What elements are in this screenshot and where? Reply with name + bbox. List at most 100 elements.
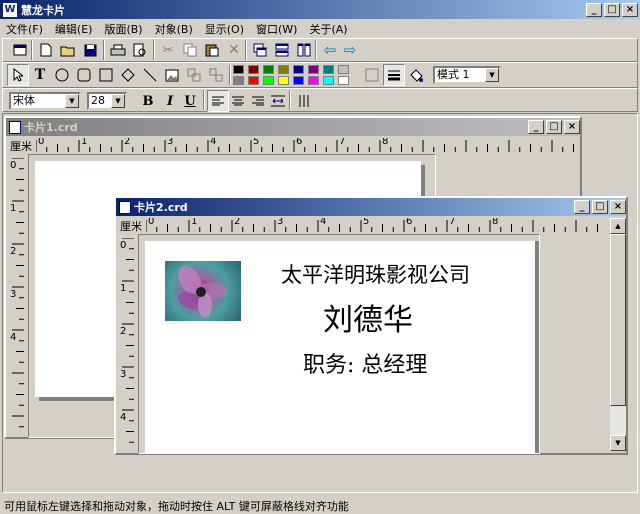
color-swatch[interactable] bbox=[293, 65, 304, 74]
menu-edit[interactable]: 编辑(E) bbox=[55, 21, 93, 36]
ruler-number: 5 bbox=[363, 218, 370, 227]
line-style-icon[interactable] bbox=[383, 64, 405, 86]
text-tool-icon[interactable]: T bbox=[29, 64, 51, 86]
vertical-text-icon[interactable] bbox=[293, 90, 315, 112]
color-swatch[interactable] bbox=[308, 65, 319, 74]
justify-icon[interactable] bbox=[267, 90, 289, 112]
group-icon[interactable] bbox=[183, 64, 205, 86]
maximize-button[interactable]: □ bbox=[604, 2, 620, 17]
color-swatch[interactable] bbox=[323, 65, 334, 74]
scroll-up-icon[interactable]: ▲ bbox=[610, 218, 626, 234]
card-person-name[interactable]: 刘德华 bbox=[323, 295, 413, 339]
menu-about[interactable]: 关于(A) bbox=[309, 21, 347, 36]
ruler-number: 3 bbox=[10, 289, 17, 300]
color-swatch[interactable] bbox=[308, 76, 319, 85]
ruler-number: 4 bbox=[210, 138, 217, 147]
align-left-icon[interactable] bbox=[207, 90, 229, 112]
align-center-icon[interactable] bbox=[227, 90, 249, 112]
scroll-thumb[interactable] bbox=[610, 234, 626, 406]
card2-vertical-ruler: 0 1 2 3 4 bbox=[120, 238, 134, 452]
status-bar: 可用鼠标左键选择和拖动对象，拖动时按住 ALT 键可屏蔽格线对齐功能 bbox=[0, 494, 640, 514]
fill-color-icon[interactable] bbox=[361, 64, 383, 86]
color-swatch[interactable] bbox=[278, 76, 289, 85]
color-swatch[interactable] bbox=[278, 65, 289, 74]
ruler-number: 1 bbox=[81, 138, 88, 147]
paste-icon[interactable] bbox=[201, 39, 223, 61]
color-swatch[interactable] bbox=[248, 65, 259, 74]
color-swatch[interactable] bbox=[233, 76, 244, 85]
menu-file[interactable]: 文件(F) bbox=[6, 21, 43, 36]
cascade-windows-icon[interactable] bbox=[249, 39, 271, 61]
italic-button[interactable]: I bbox=[159, 90, 181, 112]
ruler-number: 2 bbox=[120, 326, 127, 337]
tile-horizontal-icon[interactable] bbox=[271, 39, 293, 61]
open-folder-icon[interactable] bbox=[57, 39, 79, 61]
new-file-icon[interactable] bbox=[35, 39, 57, 61]
ruler-number: 3 bbox=[277, 218, 284, 227]
menu-layout[interactable]: 版面(B) bbox=[104, 21, 142, 36]
scroll-down-icon[interactable]: ▼ bbox=[610, 435, 626, 451]
arrow-left-icon[interactable]: ⇦ bbox=[319, 39, 341, 61]
delete-icon[interactable]: ✕ bbox=[223, 39, 245, 61]
diamond-tool-icon[interactable] bbox=[117, 64, 139, 86]
document-icon[interactable] bbox=[119, 200, 131, 214]
app-title: 慧龙卡片 bbox=[21, 3, 65, 17]
color-swatch[interactable] bbox=[233, 65, 244, 74]
card2-close-button[interactable]: × bbox=[610, 200, 626, 214]
ungroup-icon[interactable] bbox=[205, 64, 227, 86]
ellipse-tool-icon[interactable] bbox=[51, 64, 73, 86]
menu-object[interactable]: 对象(B) bbox=[155, 21, 193, 36]
card2-canvas[interactable]: 太平洋明珠影视公司 刘德华 职务: 总经理 bbox=[138, 234, 540, 454]
card2-minimize-button[interactable]: _ bbox=[574, 200, 590, 214]
align-right-icon[interactable] bbox=[247, 90, 269, 112]
rect-tool-icon[interactable] bbox=[95, 64, 117, 86]
ruler-number: 0 bbox=[10, 160, 17, 171]
save-icon[interactable] bbox=[79, 39, 101, 61]
color-swatch[interactable] bbox=[263, 65, 274, 74]
minimize-button[interactable]: _ bbox=[586, 2, 602, 17]
cut-icon[interactable]: ✂ bbox=[157, 39, 179, 61]
mode-select[interactable]: 模式 1 ▼ bbox=[433, 66, 501, 84]
chevron-down-icon[interactable]: ▼ bbox=[485, 68, 499, 82]
color-swatch[interactable] bbox=[338, 76, 349, 85]
paint-bucket-icon[interactable] bbox=[405, 64, 427, 86]
card2-card-page: 太平洋明珠影视公司 刘德华 职务: 总经理 bbox=[145, 241, 535, 453]
menu-window[interactable]: 窗口(W) bbox=[256, 21, 297, 36]
window-icon[interactable] bbox=[9, 39, 31, 61]
color-swatch[interactable] bbox=[263, 76, 274, 85]
document-icon[interactable] bbox=[9, 120, 21, 134]
copy-icon[interactable] bbox=[179, 39, 201, 61]
menu-view[interactable]: 显示(O) bbox=[205, 21, 244, 36]
tile-vertical-icon[interactable] bbox=[293, 39, 315, 61]
card1-maximize-button[interactable]: □ bbox=[546, 120, 562, 134]
card1-close-button[interactable]: × bbox=[564, 120, 580, 134]
card2-title: 卡片2.crd bbox=[134, 201, 188, 214]
color-swatch[interactable] bbox=[338, 65, 349, 74]
card1-ruler-unit: 厘米 bbox=[10, 140, 32, 153]
underline-button[interactable]: U bbox=[179, 90, 201, 112]
font-size-select[interactable]: 28 ▼ bbox=[87, 92, 127, 110]
color-swatch[interactable] bbox=[293, 76, 304, 85]
ruler-number: 8 bbox=[382, 138, 389, 147]
color-swatch[interactable] bbox=[248, 76, 259, 85]
app-icon[interactable]: W bbox=[3, 2, 17, 17]
close-button[interactable]: × bbox=[622, 2, 638, 17]
chevron-down-icon[interactable]: ▼ bbox=[111, 94, 125, 108]
print-icon[interactable] bbox=[107, 39, 129, 61]
card-company-name[interactable]: 太平洋明珠影视公司 bbox=[281, 259, 470, 289]
chevron-down-icon[interactable]: ▼ bbox=[65, 94, 79, 108]
rounded-rect-tool-icon[interactable] bbox=[73, 64, 95, 86]
font-name-select[interactable]: 宋体 ▼ bbox=[9, 92, 81, 110]
image-tool-icon[interactable] bbox=[161, 64, 183, 86]
card-position[interactable]: 职务: 总经理 bbox=[303, 347, 427, 379]
arrow-right-icon[interactable]: ⇨ bbox=[339, 39, 361, 61]
status-text: 可用鼠标左键选择和拖动对象，拖动时按住 ALT 键可屏蔽格线对齐功能 bbox=[4, 500, 349, 513]
color-swatch[interactable] bbox=[323, 76, 334, 85]
select-arrow-icon[interactable] bbox=[7, 64, 29, 86]
card1-minimize-button[interactable]: _ bbox=[528, 120, 544, 134]
print-preview-icon[interactable] bbox=[129, 39, 151, 61]
card2-maximize-button[interactable]: □ bbox=[592, 200, 608, 214]
bold-button[interactable]: B bbox=[137, 90, 159, 112]
card2-vertical-scrollbar[interactable]: ▲ ▼ bbox=[610, 218, 626, 451]
line-tool-icon[interactable] bbox=[139, 64, 161, 86]
